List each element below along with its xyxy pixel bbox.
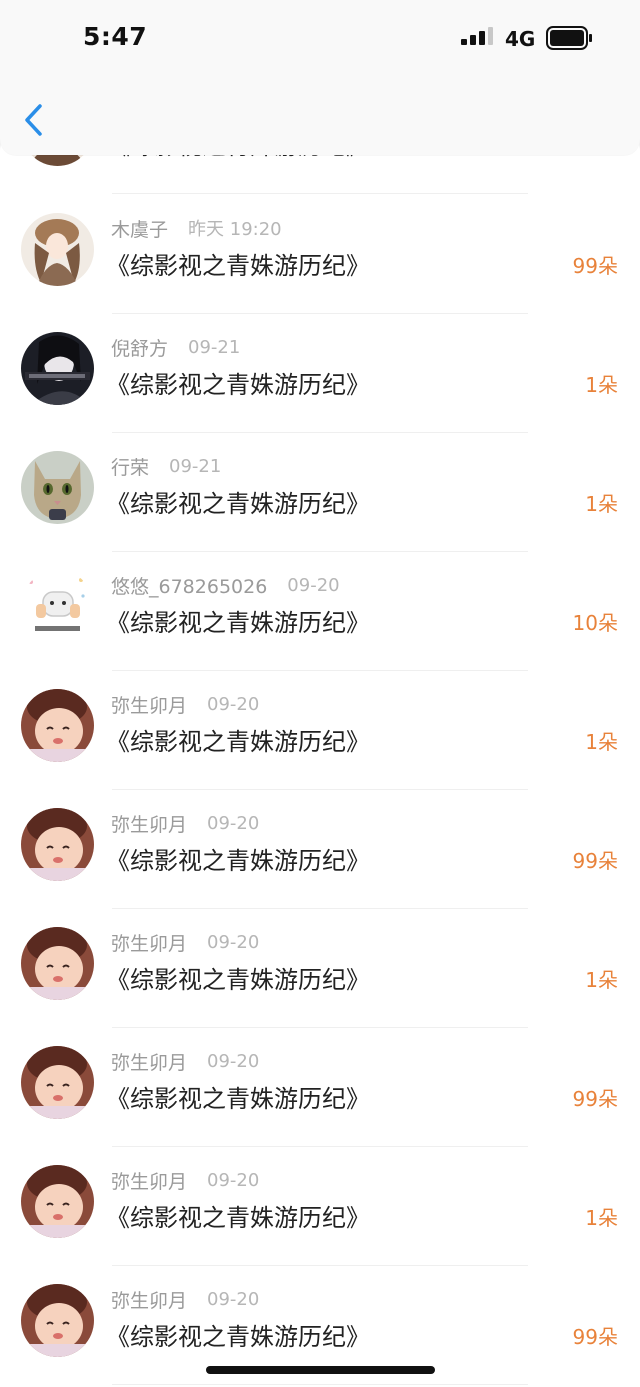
row-meta: 弥生卯月 09-20 <box>111 1048 259 1074</box>
list-item[interactable]: 悠悠_678265026 09-20 《综影视之青姝游历纪》 10朵 <box>0 552 640 671</box>
home-indicator[interactable] <box>206 1366 435 1374</box>
flower-count: 99朵 <box>572 1087 618 1111</box>
list-item[interactable]: 弥生卯月 09-20 《综影视之青姝游历纪》 1朵 <box>0 909 640 1028</box>
list-item[interactable]: 弥生卯月 09-20 《综影视之青姝游历纪》 1朵 <box>0 671 640 790</box>
book-title: 《综影视之青姝游历纪》 <box>106 252 370 280</box>
row-meta: 弥生卯月 09-20 <box>111 1167 259 1193</box>
row-meta: 弥生卯月 09-20 <box>111 1286 259 1312</box>
avatar <box>21 1165 94 1238</box>
user-name: 行荣 <box>111 456 150 479</box>
gift-date: 09-20 <box>207 931 260 953</box>
list-item[interactable]: 弥生卯月 09-20 《综影视之青姝游历纪》 1朵 <box>0 1147 640 1266</box>
status-bar: 5:47 4G <box>0 0 640 78</box>
gift-date: 09-20 <box>207 1169 260 1191</box>
flower-count: 1朵 <box>585 968 618 992</box>
avatar <box>21 1284 94 1357</box>
list-item[interactable]: 弥生卯月 09-20 《综影视之青姝游历纪》 99朵 <box>0 1028 640 1147</box>
avatar <box>21 332 94 405</box>
row-meta: 弥生卯月 09-20 <box>111 929 259 955</box>
book-title: 《综影视之青姝游历纪》 <box>106 1204 370 1232</box>
flower-count: 10朵 <box>572 611 618 635</box>
chevron-left-icon[interactable] <box>20 100 50 140</box>
battery-icon <box>546 26 592 50</box>
list-item[interactable]: 弥生卯月 09-20 《综影视之青姝游历纪》 99朵 <box>0 790 640 909</box>
network-label: 4G <box>505 27 536 51</box>
book-title: 《综影视之青姝游历纪》 <box>106 847 370 875</box>
avatar <box>21 213 94 286</box>
avatar <box>21 451 94 524</box>
avatar <box>21 808 94 881</box>
gift-date: 09-20 <box>207 693 260 715</box>
book-title: 《综影视之青姝游历纪》 <box>106 1085 370 1113</box>
signal-icon <box>461 27 493 45</box>
avatar <box>21 570 94 643</box>
gift-date: 09-21 <box>188 336 241 358</box>
flower-gift-list: 《综影视之青姝游历纪》 1朵 木虞子 昨天 19:20 《综影视之青姝游历纪》 … <box>0 135 640 1387</box>
user-name: 弥生卯月 <box>111 694 188 717</box>
row-meta: 行荣 09-21 <box>111 453 221 479</box>
avatar <box>21 927 94 1000</box>
row-meta: 木虞子 昨天 19:20 <box>111 215 282 241</box>
flower-count: 99朵 <box>572 254 618 278</box>
gift-date: 昨天 19:20 <box>188 219 282 240</box>
gift-date: 09-20 <box>207 812 260 834</box>
avatar <box>21 1046 94 1119</box>
flower-count: 99朵 <box>572 1325 618 1349</box>
page: 5:47 4G 《综影视之青姝游历纪》 <box>0 0 640 1387</box>
row-meta: 倪舒方 09-21 <box>111 334 240 360</box>
gift-date: 09-20 <box>287 574 340 596</box>
user-name: 弥生卯月 <box>111 1051 188 1074</box>
gift-date: 09-21 <box>169 455 222 477</box>
gift-date: 09-20 <box>207 1288 260 1310</box>
book-title: 《综影视之青姝游历纪》 <box>106 609 370 637</box>
row-meta: 弥生卯月 09-20 <box>111 810 259 836</box>
flower-count: 1朵 <box>585 373 618 397</box>
user-name: 弥生卯月 <box>111 1289 188 1312</box>
book-title: 《综影视之青姝游历纪》 <box>106 966 370 994</box>
book-title: 《综影视之青姝游历纪》 <box>106 728 370 756</box>
user-name: 弥生卯月 <box>111 932 188 955</box>
row-meta: 悠悠_678265026 09-20 <box>111 572 340 598</box>
flower-count: 1朵 <box>585 1206 618 1230</box>
user-name: 木虞子 <box>111 218 169 241</box>
user-name: 悠悠_678265026 <box>111 575 268 598</box>
status-time: 5:47 <box>83 22 148 51</box>
list-item[interactable]: 倪舒方 09-21 《综影视之青姝游历纪》 1朵 <box>0 314 640 433</box>
flower-count: 99朵 <box>572 849 618 873</box>
book-title: 《综影视之青姝游历纪》 <box>106 490 370 518</box>
book-title: 《综影视之青姝游历纪》 <box>106 371 370 399</box>
avatar <box>21 689 94 762</box>
user-name: 弥生卯月 <box>111 1170 188 1193</box>
list-item[interactable]: 木虞子 昨天 19:20 《综影视之青姝游历纪》 99朵 <box>0 195 640 314</box>
gift-date: 09-20 <box>207 1050 260 1072</box>
list-item[interactable]: 行荣 09-21 《综影视之青姝游历纪》 1朵 <box>0 433 640 552</box>
user-name: 弥生卯月 <box>111 813 188 836</box>
book-title: 《综影视之青姝游历纪》 <box>106 1323 370 1351</box>
flower-count: 1朵 <box>585 492 618 516</box>
row-meta: 弥生卯月 09-20 <box>111 691 259 717</box>
user-name: 倪舒方 <box>111 337 169 360</box>
flower-count: 1朵 <box>585 730 618 754</box>
